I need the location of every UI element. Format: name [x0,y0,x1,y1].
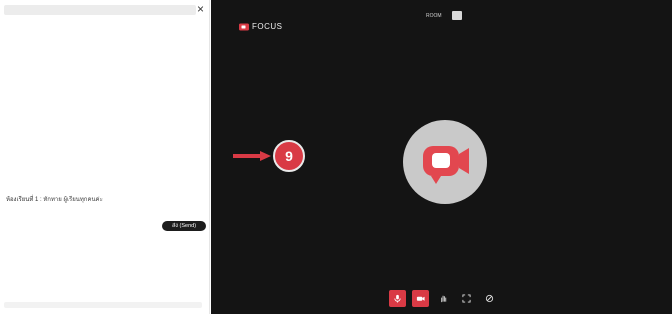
video-camera-logo-icon [423,146,469,184]
camera-icon [416,296,425,301]
send-button[interactable]: ส่ง (Send) [162,221,206,231]
hand-icon [441,295,447,303]
brand-camera-icon [239,23,249,30]
focus-logo-circle [403,120,487,204]
step-number-badge: 9 [273,140,305,172]
brand-name: FOCUS [252,22,283,31]
panel-header-bar [4,5,196,15]
room-label: ROOM [426,13,442,19]
chat-panel: × ห้องเรียนที่ 1 : ทักทาย ผู้เรียนทุกคนค… [0,0,210,314]
chat-message-sender: ห้องเรียนที่ 1 [6,197,39,203]
bottom-controls [389,290,498,307]
raise-hand-button[interactable] [435,290,452,307]
brand-logo: FOCUS [239,22,283,31]
settings-icon [485,294,494,303]
fullscreen-button[interactable] [458,290,475,307]
close-panel-button[interactable]: × [197,3,204,15]
chat-input-bar[interactable] [4,302,202,308]
room-button[interactable] [452,11,462,20]
mic-button[interactable] [389,290,406,307]
fullscreen-icon [462,294,471,303]
chat-message-text: : ทักทาย ผู้เรียนทุกคนค่ะ [40,197,103,203]
annotation-arrow [233,151,271,161]
chat-message: ห้องเรียนที่ 1 : ทักทาย ผู้เรียนทุกคนค่ะ [6,194,103,204]
settings-button[interactable] [481,290,498,307]
camera-button[interactable] [412,290,429,307]
mic-icon [394,294,401,303]
